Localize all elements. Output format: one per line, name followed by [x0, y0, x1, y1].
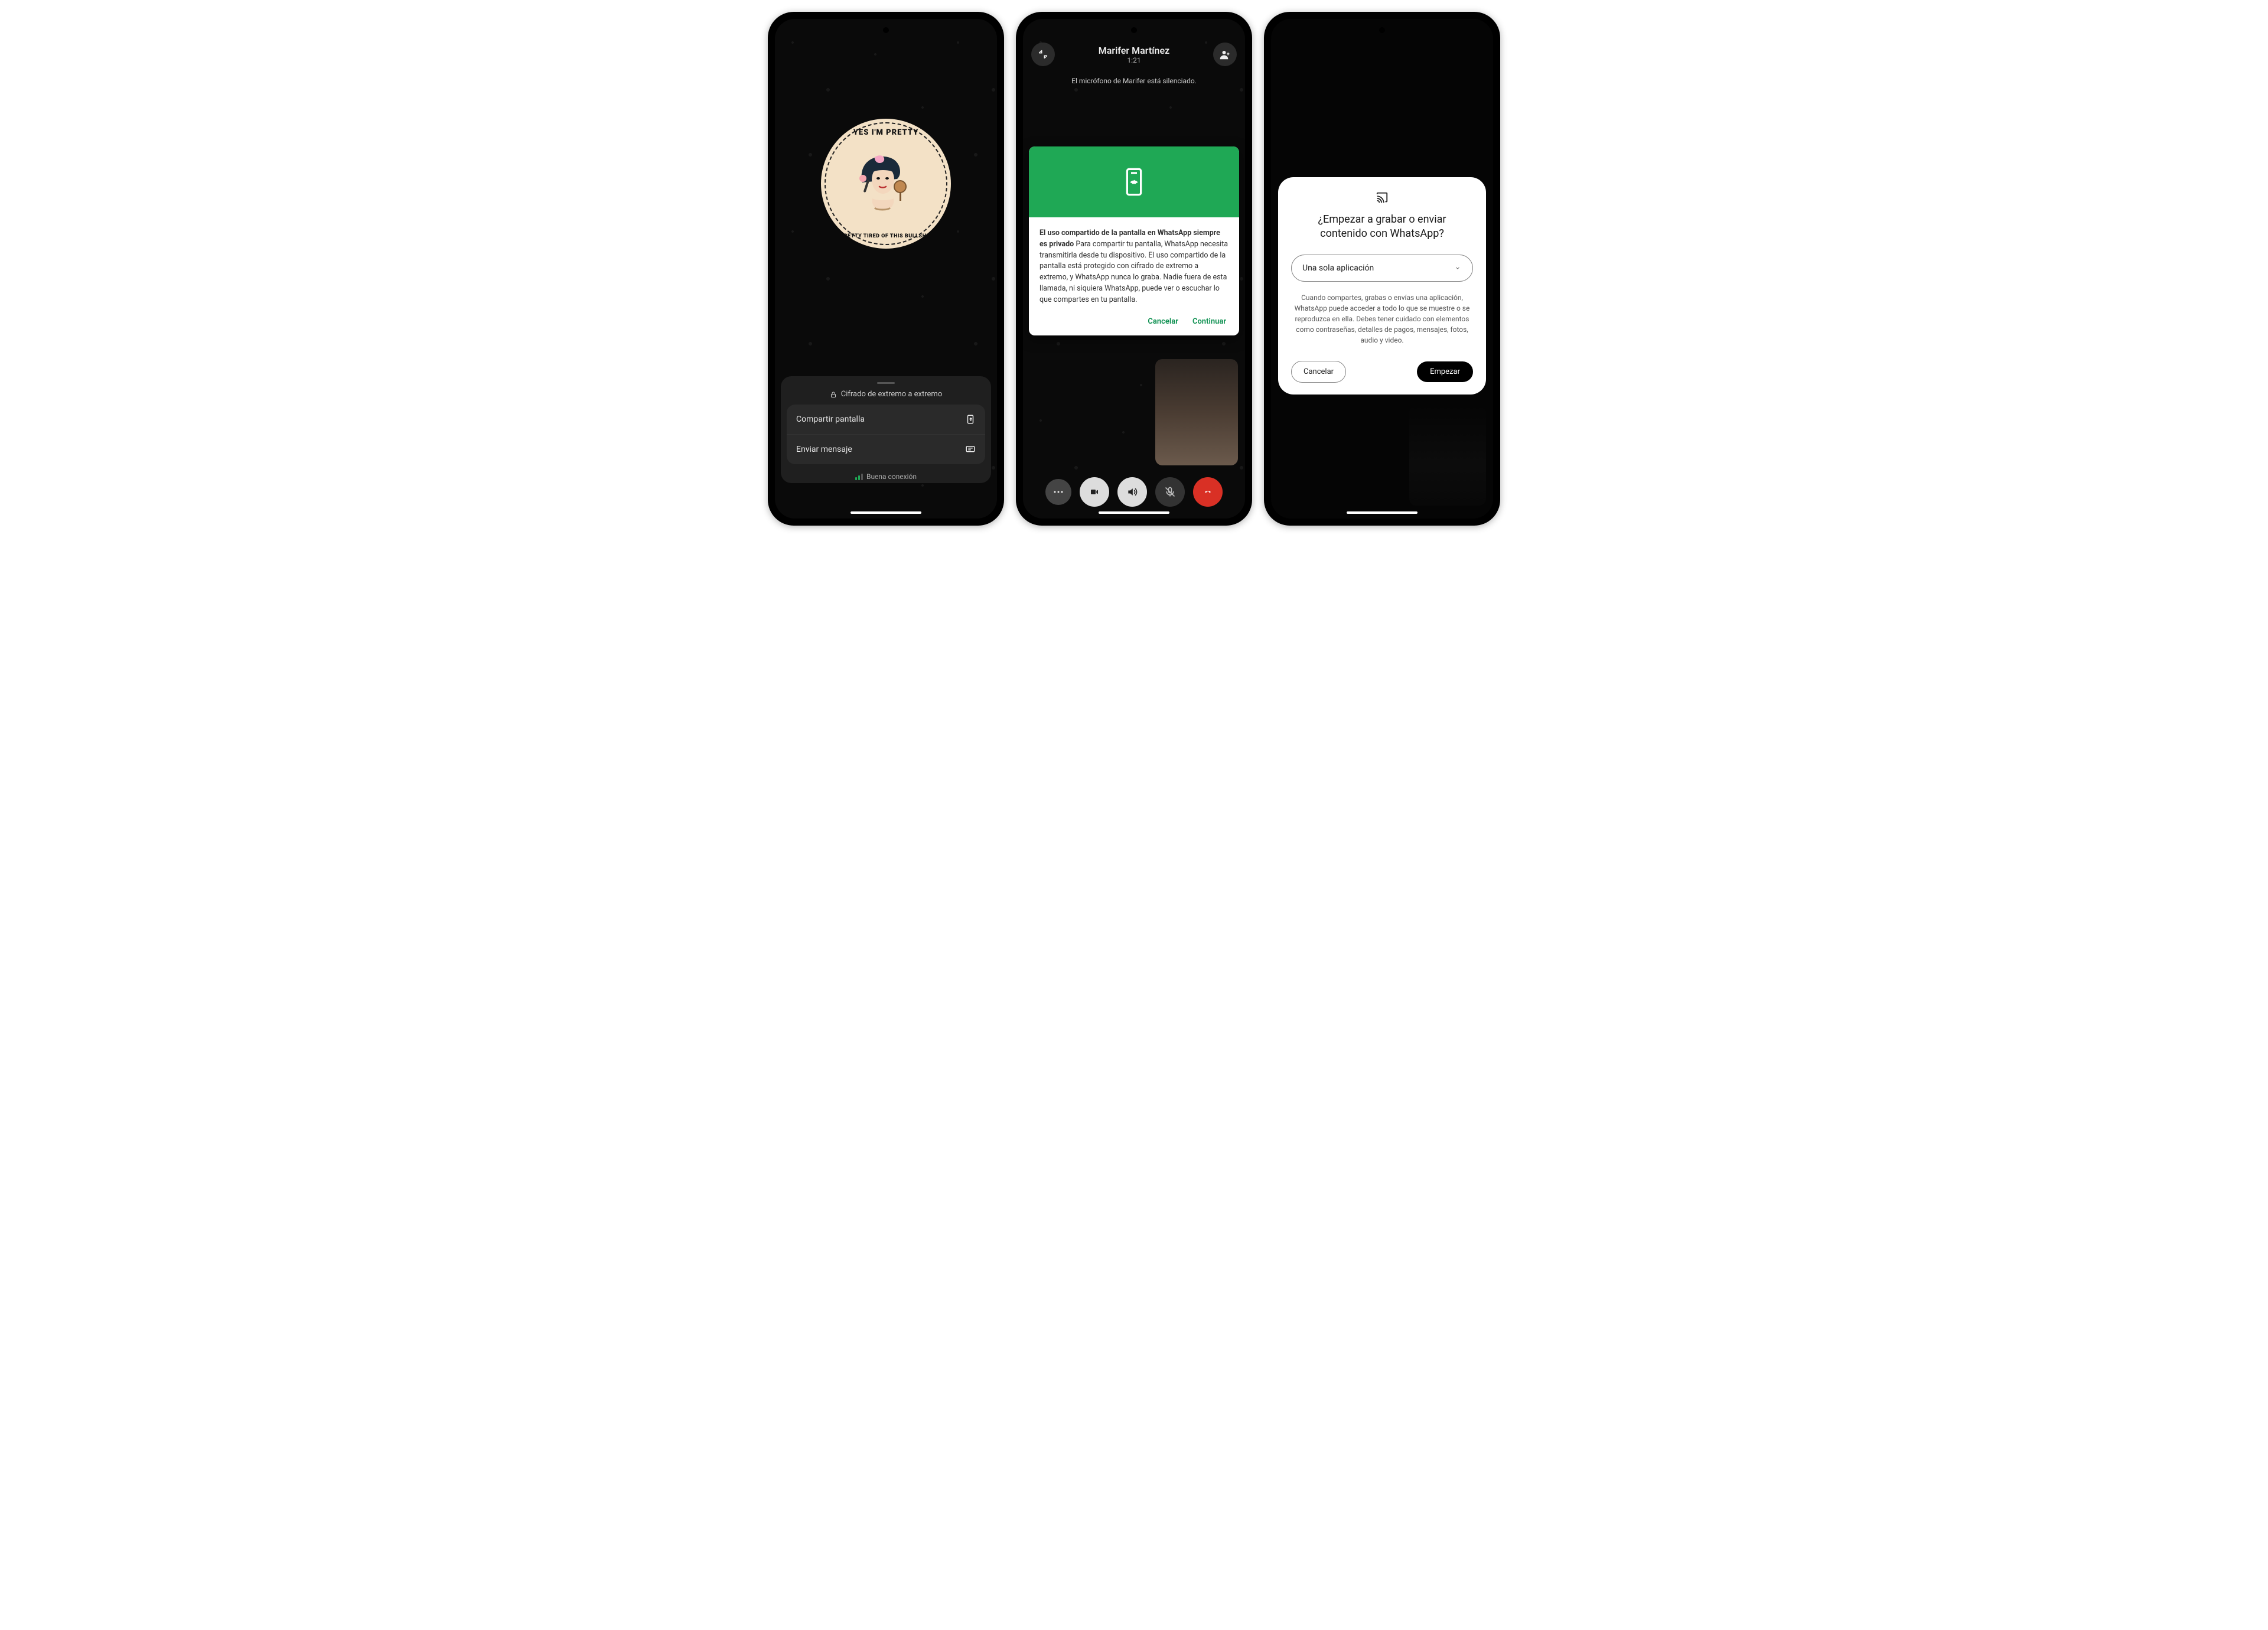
cast-permission-sheet: ¿Empezar a grabar o enviar contenido con…: [1278, 177, 1486, 395]
end-call-button[interactable]: [1193, 477, 1223, 507]
camera-hole: [883, 27, 889, 33]
nav-bar[interactable]: [850, 511, 921, 514]
cast-body-text: Cuando compartes, grabas o envías una ap…: [1291, 282, 1473, 345]
send-message-item[interactable]: Enviar mensaje: [787, 434, 985, 464]
mic-off-icon: [1164, 485, 1176, 498]
nav-bar[interactable]: [1347, 511, 1418, 514]
contact-avatar: YES I'M PRETTY: [821, 119, 951, 249]
caller-name: Marifer Martínez: [1099, 45, 1169, 56]
connection-status: Buena conexión: [781, 464, 991, 481]
share-screen-item[interactable]: Compartir pantalla: [787, 405, 985, 434]
send-message-label: Enviar mensaje: [796, 445, 852, 454]
call-options-sheet: Cifrado de extremo a extremo Compartir p…: [781, 376, 991, 483]
dialog-continue-button[interactable]: Continuar: [1192, 317, 1226, 326]
app-scope-label: Una sola aplicación: [1302, 263, 1374, 273]
collapse-icon: [1038, 49, 1048, 60]
lock-icon: [830, 390, 837, 399]
self-preview[interactable]: [1409, 405, 1486, 506]
self-preview[interactable]: [1155, 359, 1238, 465]
cast-icon: [1374, 191, 1390, 204]
message-icon: [965, 444, 976, 455]
add-person-icon: [1220, 49, 1230, 60]
avatar-top-text: YES I'M PRETTY: [821, 128, 951, 137]
avatar-illustration: [842, 150, 930, 221]
signal-bars-icon: [855, 474, 863, 480]
avatar-bottom-text: PRETTY TIRED OF THIS BULLSHIT: [821, 233, 951, 239]
phone-frame-1: 16:23 YES I'M PRETTY: [768, 12, 1004, 526]
cast-title: ¿Empezar a grabar o enviar contenido con…: [1291, 204, 1473, 242]
more-options-button[interactable]: [1045, 479, 1071, 505]
mic-muted-label: El micrófono de Marifer está silenciado.: [1023, 69, 1245, 93]
cast-cancel-button[interactable]: Cancelar: [1291, 361, 1346, 383]
nav-bar[interactable]: [1099, 511, 1169, 514]
ellipsis-icon: [1053, 490, 1064, 494]
encryption-header: Cifrado de extremo a extremo: [781, 390, 991, 405]
sheet-handle[interactable]: [877, 382, 895, 384]
cast-start-button[interactable]: Empezar: [1417, 361, 1473, 382]
phone-frame-2: 16:23 Marifer Martínez: [1016, 12, 1252, 526]
camera-hole: [1379, 27, 1385, 33]
call-timer: 1:21: [1099, 56, 1169, 64]
add-participant-button[interactable]: [1213, 43, 1237, 66]
screen-share-dialog: El uso compartido de la pantalla en What…: [1029, 146, 1239, 335]
call-controls: [1023, 477, 1245, 507]
share-screen-label: Compartir pantalla: [796, 415, 865, 424]
phone-frame-3: 16:23: [1264, 12, 1500, 526]
dialog-cancel-button[interactable]: Cancelar: [1148, 317, 1178, 326]
camera-icon: [1088, 487, 1101, 497]
dialog-body-text: Para compartir tu pantalla, WhatsApp nec…: [1040, 240, 1228, 304]
camera-toggle-button[interactable]: [1080, 477, 1109, 507]
hangup-icon: [1201, 488, 1215, 495]
minimize-button[interactable]: [1031, 43, 1055, 66]
phone-share-icon: [1122, 167, 1146, 197]
speaker-icon: [1126, 486, 1139, 498]
app-scope-selector[interactable]: Una sola aplicación: [1291, 255, 1473, 282]
mic-toggle-button[interactable]: [1155, 477, 1185, 507]
screen-share-icon: [965, 414, 976, 425]
dialog-body: El uso compartido de la pantalla en What…: [1029, 217, 1239, 310]
speaker-button[interactable]: [1117, 477, 1147, 507]
camera-hole: [1131, 27, 1137, 33]
chevron-down-icon: [1454, 265, 1462, 271]
